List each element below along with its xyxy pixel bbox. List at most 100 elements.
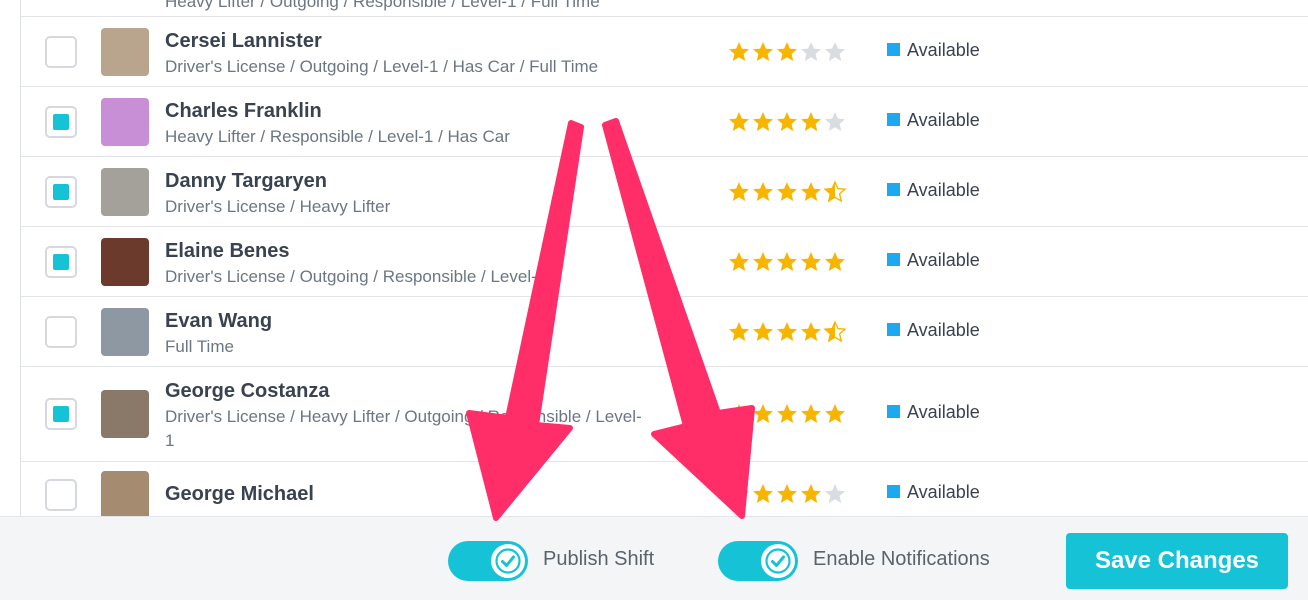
star-icon xyxy=(801,322,821,341)
rating-stars xyxy=(727,110,847,134)
status-text: Available xyxy=(907,402,980,422)
status-text: Available xyxy=(907,250,980,270)
list-item[interactable]: George Michael Available xyxy=(21,462,1308,516)
rating-stars xyxy=(727,40,847,64)
employee-checkbox[interactable] xyxy=(45,36,77,68)
employee-checkbox[interactable] xyxy=(45,106,77,138)
star-icon xyxy=(825,404,845,423)
employee-tags: Driver's License / Heavy Lifter xyxy=(165,197,391,216)
employee-checkbox[interactable] xyxy=(45,398,77,430)
star-icon xyxy=(801,404,821,423)
star-icon xyxy=(777,182,797,201)
status-indicator-icon xyxy=(887,405,900,418)
avatar xyxy=(101,98,149,146)
check-icon xyxy=(761,544,795,578)
status-badge: Available xyxy=(887,110,980,131)
list-item[interactable]: Charles Franklin Heavy Lifter / Responsi… xyxy=(21,87,1308,157)
status-indicator-icon xyxy=(887,183,900,196)
star-icon xyxy=(823,180,847,203)
list-item[interactable]: Evan Wang Full Time Available xyxy=(21,297,1308,367)
list-item[interactable]: Danny Targaryen Driver's License / Heavy… xyxy=(21,157,1308,227)
star-icon xyxy=(729,42,749,61)
check-icon xyxy=(491,544,525,578)
star-icon xyxy=(801,182,821,201)
star-icon xyxy=(753,182,773,201)
employee-tags: Driver's License / Outgoing / Responsibl… xyxy=(165,267,547,286)
star-icon xyxy=(729,182,749,201)
status-text: Available xyxy=(907,482,980,502)
status-text: Available xyxy=(907,180,980,200)
status-indicator-icon xyxy=(887,113,900,126)
star-icon xyxy=(777,112,797,131)
avatar xyxy=(101,28,149,76)
status-badge: Available xyxy=(887,250,980,271)
avatar xyxy=(101,471,149,516)
star-icon xyxy=(825,112,845,131)
avatar xyxy=(101,238,149,286)
rating-stars xyxy=(727,482,847,506)
enable-notifications-toggle[interactable] xyxy=(718,541,798,581)
star-icon xyxy=(825,42,845,61)
rating-stars xyxy=(727,250,847,274)
publish-shift-label: Publish Shift xyxy=(543,548,655,570)
avatar xyxy=(101,308,149,356)
employee-tags: Heavy Lifter / Responsible / Level-1 / H… xyxy=(165,127,510,146)
employee-name: Evan Wang xyxy=(165,310,273,332)
star-icon xyxy=(777,252,797,271)
star-icon xyxy=(729,322,749,341)
publish-shift-toggle[interactable] xyxy=(448,541,528,581)
employee-checkbox[interactable] xyxy=(45,176,77,208)
star-icon xyxy=(801,484,821,503)
star-icon xyxy=(801,252,821,271)
star-icon xyxy=(753,112,773,131)
employee-checkbox[interactable] xyxy=(45,479,77,511)
star-icon xyxy=(825,484,845,503)
rating-stars xyxy=(727,402,847,426)
employee-list: Heavy Lifter / Outgoing / Responsible / … xyxy=(20,0,1308,516)
rating-stars xyxy=(727,180,847,204)
list-item[interactable]: George Costanza Driver's License / Heavy… xyxy=(21,367,1308,462)
status-indicator-icon xyxy=(887,323,900,336)
enable-notifications-label: Enable Notifications xyxy=(813,548,990,570)
employee-name: Elaine Benes xyxy=(165,240,290,262)
employee-tags-continued: 1 xyxy=(165,431,175,450)
star-icon xyxy=(753,404,773,423)
star-icon xyxy=(823,320,847,343)
employee-tags: Heavy Lifter / Outgoing / Responsible / … xyxy=(165,0,600,11)
status-badge: Available xyxy=(887,482,980,503)
list-item: Heavy Lifter / Outgoing / Responsible / … xyxy=(21,0,1308,17)
star-icon xyxy=(729,404,749,423)
star-icon xyxy=(729,112,749,131)
employee-name: George Michael xyxy=(165,483,314,505)
star-icon xyxy=(753,252,773,271)
status-text: Available xyxy=(907,110,980,130)
star-icon xyxy=(777,484,797,503)
status-indicator-icon xyxy=(887,43,900,56)
list-item[interactable]: Cersei Lannister Driver's License / Outg… xyxy=(21,17,1308,87)
star-icon xyxy=(825,252,845,271)
action-footer: Publish Shift Enable Notifications Save … xyxy=(0,516,1308,600)
star-icon xyxy=(777,404,797,423)
status-text: Available xyxy=(907,40,980,60)
employee-tags: Full Time xyxy=(165,337,234,356)
employee-name: George Costanza xyxy=(165,380,330,402)
save-changes-button[interactable]: Save Changes xyxy=(1066,533,1288,589)
employee-tags: Driver's License / Outgoing / Level-1 / … xyxy=(165,57,599,76)
avatar xyxy=(101,390,149,438)
star-icon xyxy=(777,322,797,341)
star-icon xyxy=(801,112,821,131)
status-indicator-icon xyxy=(887,253,900,266)
status-text: Available xyxy=(907,320,980,340)
status-badge: Available xyxy=(887,40,980,61)
list-item[interactable]: Elaine Benes Driver's License / Outgoing… xyxy=(21,227,1308,297)
star-icon xyxy=(753,42,773,61)
employee-name: Danny Targaryen xyxy=(165,170,327,192)
employee-checkbox[interactable] xyxy=(45,316,77,348)
status-badge: Available xyxy=(887,180,980,201)
status-badge: Available xyxy=(887,402,980,423)
employee-name: Cersei Lannister xyxy=(165,30,322,52)
employee-checkbox[interactable] xyxy=(45,246,77,278)
star-icon xyxy=(753,322,773,341)
star-icon xyxy=(801,42,821,61)
star-icon xyxy=(753,484,773,503)
